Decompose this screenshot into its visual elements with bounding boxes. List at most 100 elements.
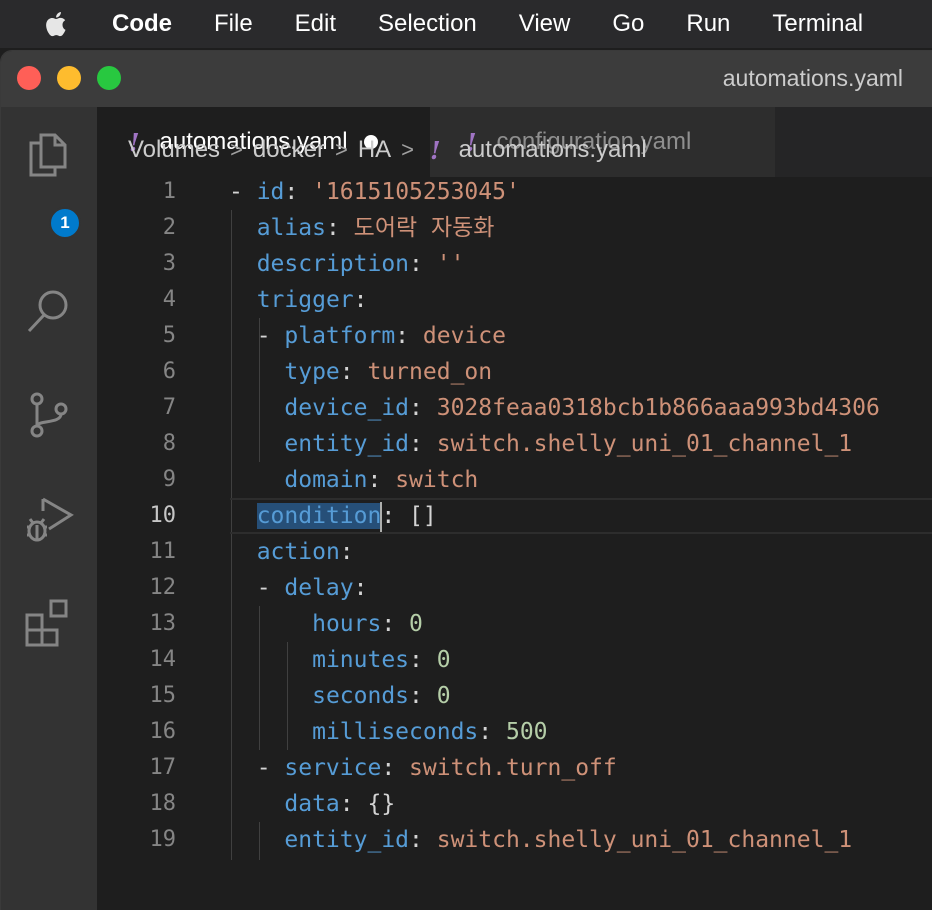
yaml-punctuation — [229, 719, 312, 745]
yaml-punctuation: : — [339, 539, 354, 565]
code-line[interactable]: 14 minutes: 0 — [96, 642, 932, 678]
code-text: entity_id: switch.shelly_uni_01_channel_… — [229, 426, 852, 462]
yaml-punctuation — [229, 287, 257, 313]
line-number: 15 — [149, 683, 177, 708]
yaml-number-value: 0 — [409, 611, 423, 637]
yaml-key: data — [284, 791, 340, 817]
line-number: 3 — [162, 251, 176, 276]
code-line[interactable]: 16 milliseconds: 500 — [96, 714, 932, 750]
minimize-window-button[interactable] — [57, 66, 81, 90]
yaml-punctuation — [229, 359, 284, 385]
yaml-punctuation: : — [353, 575, 368, 601]
code-line[interactable]: 4 trigger: — [96, 282, 932, 318]
apple-menu-icon[interactable] — [42, 9, 72, 39]
zoom-window-button[interactable] — [97, 66, 121, 90]
code-text: domain: switch — [229, 462, 478, 498]
code-text: action: — [229, 534, 354, 570]
title-bar: automations.yaml — [1, 51, 932, 107]
yaml-punctuation: - — [229, 755, 285, 781]
extensions-icon[interactable] — [23, 597, 75, 649]
yaml-punctuation: : — [409, 827, 437, 853]
yaml-number-value: 0 — [436, 683, 451, 709]
macos-menu-bar: Code File Edit Selection View Go Run Ter… — [0, 0, 932, 48]
code-text: milliseconds: 500 — [229, 714, 548, 750]
menu-run[interactable]: Run — [686, 10, 730, 38]
explorer-icon[interactable] — [23, 129, 75, 181]
menu-terminal[interactable]: Terminal — [772, 10, 863, 38]
yaml-punctuation: : {} — [339, 791, 396, 817]
yaml-punctuation — [229, 251, 257, 277]
code-text: - service: switch.turn_off — [229, 750, 617, 786]
code-line[interactable]: 7 device_id: 3028feaa0318bcb1b866aaa993b… — [96, 390, 932, 426]
code-text: minutes: 0 — [229, 642, 451, 678]
yaml-key: service — [284, 755, 382, 781]
menu-app-code[interactable]: Code — [112, 10, 172, 38]
breadcrumb-separator-icon: > — [334, 137, 348, 162]
source-control-icon[interactable] — [23, 389, 75, 441]
yaml-punctuation — [229, 827, 284, 853]
code-editor[interactable]: 1- id: '1615105253045' 2 alias: 도어락 자동화 3 … — [96, 174, 932, 860]
yaml-punctuation: : — [339, 359, 368, 385]
breadcrumb-item-volumes[interactable]: Volumes — [128, 136, 220, 164]
line-number: 18 — [149, 791, 177, 816]
run-debug-icon[interactable] — [23, 493, 75, 545]
yaml-punctuation: : — [381, 755, 410, 781]
yaml-number-value: 500 — [505, 719, 548, 745]
breadcrumb-item-file[interactable]: automations.yaml — [459, 136, 647, 164]
yaml-string-value: device — [422, 323, 506, 349]
breadcrumb-separator-icon: > — [230, 137, 243, 162]
code-line[interactable]: 19 entity_id: switch.shelly_uni_01_chann… — [96, 822, 932, 858]
yaml-key: id — [256, 179, 285, 205]
breadcrumb-item-docker[interactable]: docker — [253, 136, 325, 164]
yaml-string-value: turned_on — [367, 359, 493, 385]
close-window-button[interactable] — [17, 66, 41, 90]
code-text: trigger: — [229, 282, 368, 318]
code-line[interactable]: 5 - platform: device — [96, 318, 932, 354]
line-number: 8 — [162, 431, 176, 456]
menu-edit[interactable]: Edit — [295, 10, 336, 38]
code-line[interactable]: 8 entity_id: switch.shelly_uni_01_channe… — [96, 426, 932, 462]
yaml-key: device_id — [284, 395, 410, 421]
menu-file[interactable]: File — [214, 10, 253, 38]
code-line[interactable]: 11 action: — [96, 534, 932, 570]
explorer-badge: 1 — [49, 207, 81, 239]
code-text: data: {} — [229, 786, 395, 822]
yaml-punctuation: : — [409, 431, 437, 457]
yaml-key: alias — [256, 215, 326, 241]
yaml-string-value: switch.shelly_uni_01_channel_1 — [436, 827, 853, 853]
yaml-punctuation: : — [409, 251, 437, 277]
code-line[interactable]: 18 data: {} — [96, 786, 932, 822]
code-line[interactable]: 6 type: turned_on — [96, 354, 932, 390]
yaml-key: trigger — [256, 287, 354, 313]
code-line[interactable]: 12 - delay: — [96, 570, 932, 606]
line-number: 1 — [162, 179, 176, 204]
menu-view[interactable]: View — [519, 10, 571, 38]
yaml-punctuation: : — [409, 647, 437, 673]
menu-selection[interactable]: Selection — [378, 10, 477, 38]
code-text: - delay: — [229, 570, 368, 606]
search-icon[interactable] — [23, 285, 75, 337]
yaml-key: entity_id — [284, 431, 410, 457]
breadcrumb-item-ha[interactable]: HA — [358, 136, 391, 164]
line-number: 10 — [149, 503, 177, 528]
yaml-key: delay — [284, 575, 354, 601]
code-line[interactable]: 1 - id: '1615105253045' — [96, 174, 932, 210]
yaml-punctuation: - — [229, 575, 285, 601]
yaml-punctuation — [229, 503, 257, 529]
code-line[interactable]: 2 alias: 도어락 자동화 — [96, 210, 932, 246]
code-line[interactable]: 10 condition: [] — [96, 498, 932, 534]
code-text: entity_id: switch.shelly_uni_01_channel_… — [229, 822, 852, 858]
code-line[interactable]: 13 hours: 0 — [96, 606, 932, 642]
yaml-file-icon: ! — [430, 135, 441, 165]
code-line[interactable]: 3 description: '' — [96, 246, 932, 282]
line-number: 2 — [162, 215, 176, 240]
line-number: 4 — [162, 287, 176, 312]
code-line[interactable]: 15 seconds: 0 — [96, 678, 932, 714]
code-line[interactable]: 17 - service: switch.turn_off — [96, 750, 932, 786]
yaml-key: domain — [284, 467, 368, 493]
code-line[interactable]: 9 domain: switch — [96, 462, 932, 498]
yaml-key: description — [256, 251, 410, 277]
menu-go[interactable]: Go — [612, 10, 644, 38]
yaml-key: entity_id — [284, 827, 410, 853]
activity-bar: 1 — [1, 107, 97, 910]
